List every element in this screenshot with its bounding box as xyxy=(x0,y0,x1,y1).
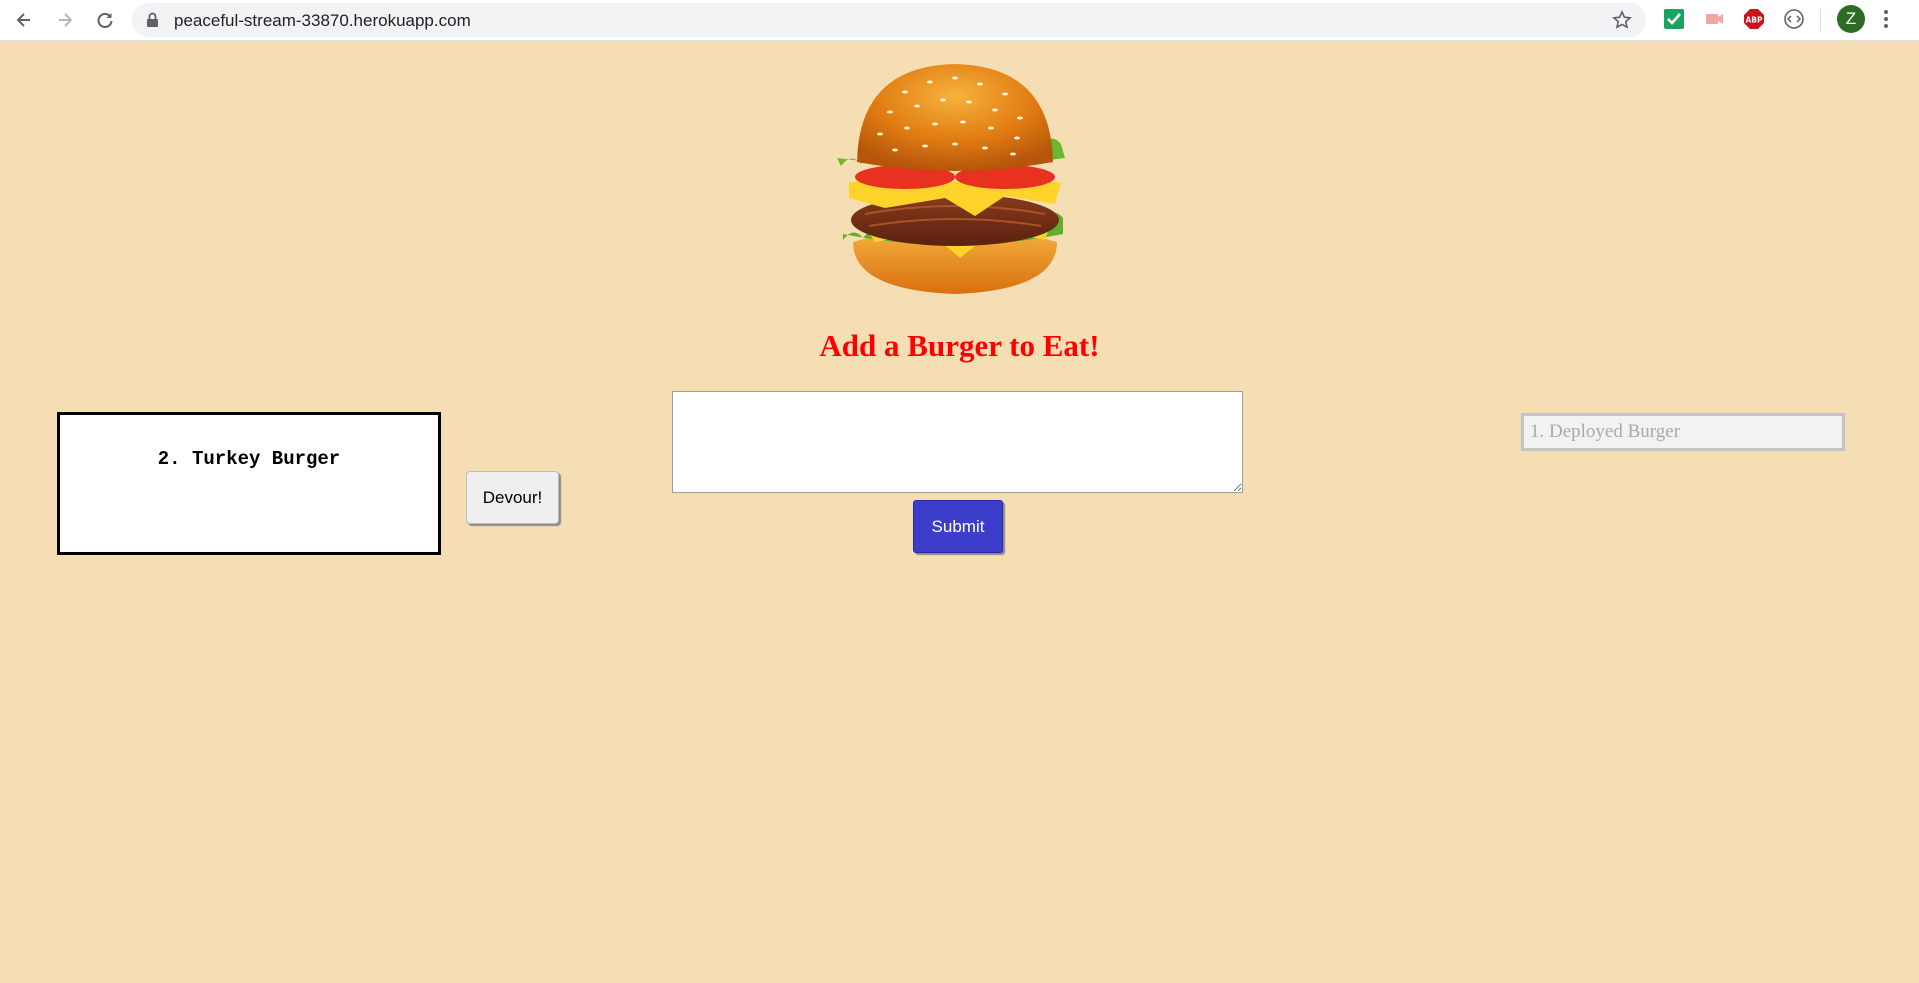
profile-avatar[interactable]: Z xyxy=(1837,5,1865,33)
devour-button[interactable]: Devour! xyxy=(466,471,559,524)
forward-arrow-icon[interactable] xyxy=(51,6,79,34)
lock-icon xyxy=(146,12,159,33)
burger-name-input[interactable] xyxy=(672,391,1243,493)
adblock-extension-icon[interactable]: ABP xyxy=(1743,8,1767,32)
address-bar[interactable]: peaceful-stream-33870.herokuapp.com xyxy=(132,3,1646,37)
toolbar-divider xyxy=(1820,9,1821,31)
menu-dots-icon[interactable] xyxy=(1882,8,1890,35)
burger-card: 2. Turkey Burger xyxy=(57,412,441,555)
submit-button[interactable]: Submit xyxy=(913,500,1003,553)
browser-toolbar: peaceful-stream-33870.herokuapp.com ABP … xyxy=(0,0,1919,41)
devoured-burger-item: 1. Deployed Burger xyxy=(1521,413,1845,451)
burger-icon xyxy=(835,62,1075,297)
devoured-burger-label: 1. Deployed Burger xyxy=(1530,421,1681,442)
url-text: peaceful-stream-33870.herokuapp.com xyxy=(174,11,471,30)
checkmark-extension-icon[interactable] xyxy=(1663,8,1687,32)
page-title: Add a Burger to Eat! xyxy=(819,328,1100,363)
burger-card-label: 2. Turkey Burger xyxy=(157,448,341,470)
back-arrow-icon[interactable] xyxy=(10,6,38,34)
code-extension-icon[interactable] xyxy=(1783,8,1807,32)
svg-text:ABP: ABP xyxy=(1745,16,1763,25)
cast-extension-icon[interactable] xyxy=(1703,8,1727,32)
reload-icon[interactable] xyxy=(91,6,119,34)
star-icon[interactable] xyxy=(1612,10,1632,35)
